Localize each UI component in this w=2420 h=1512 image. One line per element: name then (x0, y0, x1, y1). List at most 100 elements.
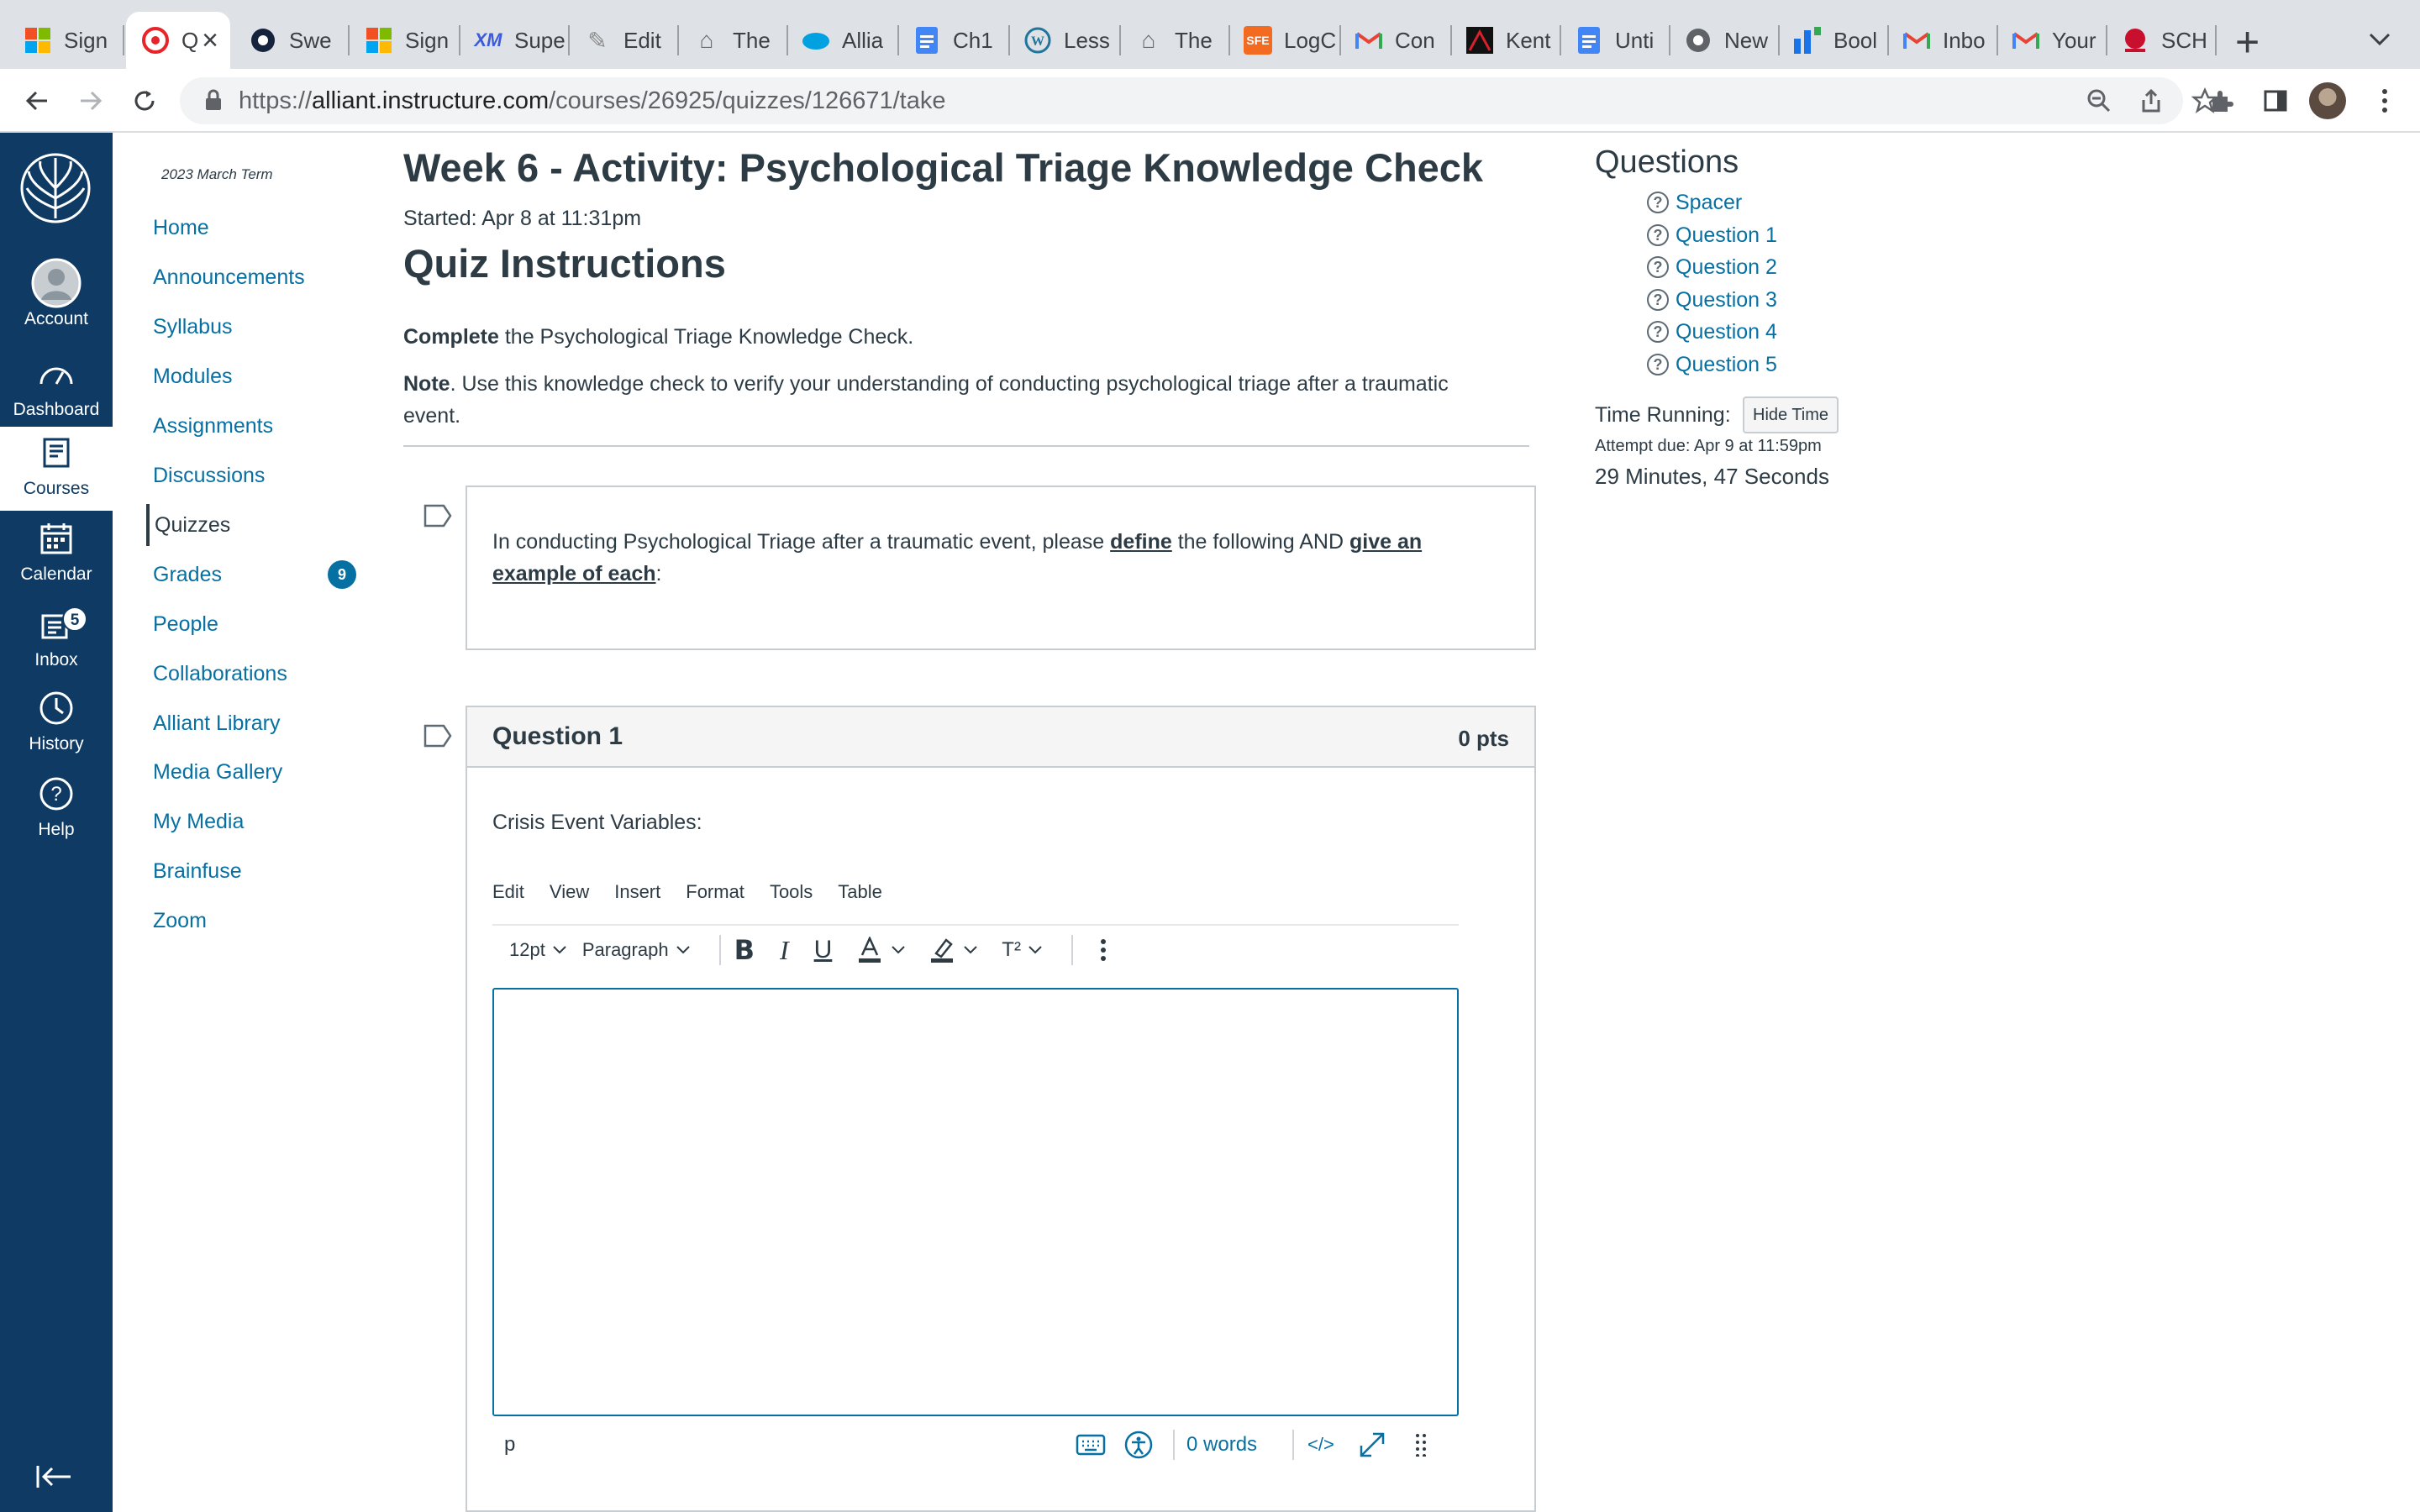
browser-tab[interactable]: SCH (2106, 12, 2215, 69)
question-link-5[interactable]: ? Question 5 (1647, 349, 1777, 381)
browser-tab[interactable]: New (1669, 12, 1778, 69)
browser-tab[interactable]: ✎ Edit (568, 12, 677, 69)
course-nav-quizzes[interactable]: Quizzes (146, 504, 230, 546)
extensions-icon[interactable] (2202, 81, 2242, 121)
editor-menu-edit[interactable]: Edit (492, 874, 524, 911)
question-link-3[interactable]: ? Question 3 (1647, 284, 1777, 316)
text-color-button[interactable] (857, 937, 906, 963)
question-link-1[interactable]: ? Question 1 (1647, 219, 1777, 251)
more-menu-icon[interactable] (2365, 81, 2405, 121)
close-tab-icon[interactable]: × (202, 24, 218, 57)
flag-question-icon[interactable] (424, 724, 452, 748)
gnav-calendar[interactable]: Calendar (0, 512, 113, 596)
course-nav-zoom[interactable]: Zoom (153, 900, 207, 942)
account-icon (31, 258, 82, 308)
browser-tab[interactable]: SFE LogC (1228, 12, 1338, 69)
url-host: alliant.instructure.com (312, 87, 550, 114)
answer-editor[interactable] (492, 988, 1459, 1416)
html-editor-toggle-icon[interactable]: </> (1307, 1434, 1334, 1456)
gnav-history[interactable]: History (0, 682, 113, 766)
browser-tab[interactable]: Inbo (1887, 12, 1996, 69)
course-nav-announcements[interactable]: Announcements (153, 256, 305, 298)
editor-menu-tools[interactable]: Tools (770, 874, 813, 911)
more-tools-icon[interactable] (1100, 938, 1107, 962)
browser-tab[interactable]: W Less (1008, 12, 1118, 69)
course-nav-discussions[interactable]: Discussions (153, 454, 265, 496)
browser-tab[interactable]: Your (1996, 12, 2106, 69)
alliant-logo-icon[interactable] (18, 151, 92, 225)
spacer-question-box: In conducting Psychological Triage after… (466, 486, 1536, 650)
course-nav-collaborations[interactable]: Collaborations (153, 653, 287, 695)
browser-tab-active[interactable]: Q × (126, 12, 230, 69)
editor-menu-table[interactable]: Table (838, 874, 882, 911)
font-size-dropdown[interactable]: 12pt (509, 939, 567, 961)
browser-tab[interactable]: Bool (1778, 12, 1887, 69)
forward-button[interactable] (71, 81, 111, 121)
reload-button[interactable] (124, 81, 165, 121)
hide-time-button[interactable]: Hide Time (1743, 396, 1839, 433)
browser-tab[interactable]: XM Supe (459, 12, 568, 69)
keyboard-shortcuts-icon[interactable] (1076, 1434, 1106, 1456)
course-nav-syllabus[interactable]: Syllabus (153, 306, 233, 348)
browser-tab[interactable]: ⌂ The (677, 12, 786, 69)
course-nav-grades[interactable]: Grades (153, 554, 222, 596)
share-icon[interactable] (2131, 81, 2171, 121)
course-nav-alliant-library[interactable]: Alliant Library (153, 702, 280, 744)
block-format-dropdown[interactable]: Paragraph (582, 939, 691, 961)
flag-question-icon[interactable] (424, 504, 452, 528)
question-mark-icon: ? (1647, 321, 1669, 343)
side-panel-icon[interactable] (2255, 81, 2296, 121)
course-nav-modules[interactable]: Modules (153, 355, 233, 397)
course-nav-home[interactable]: Home (153, 207, 209, 249)
browser-tab[interactable]: ⌂ The (1119, 12, 1228, 69)
accessibility-checker-icon[interactable] (1124, 1431, 1153, 1459)
gnav-account[interactable]: Account (0, 257, 113, 341)
bold-icon[interactable]: B (734, 934, 755, 966)
time-running-label: Time Running: (1595, 403, 1731, 427)
editor-menu-insert[interactable]: Insert (614, 874, 660, 911)
course-nav-brainfuse[interactable]: Brainfuse (153, 850, 242, 892)
browser-tab[interactable]: Sign (8, 12, 118, 69)
profile-avatar[interactable] (2309, 82, 2346, 119)
zoom-icon[interactable] (2079, 81, 2119, 121)
tab-separator (2215, 25, 2217, 55)
browser-tab[interactable]: Allia (786, 12, 896, 69)
course-nav-assignments[interactable]: Assignments (153, 405, 273, 447)
question-link-4[interactable]: ? Question 4 (1647, 316, 1777, 348)
gnav-dashboard[interactable]: Dashboard (0, 348, 113, 432)
gnav-courses[interactable]: Courses (0, 427, 113, 511)
course-nav-my-media[interactable]: My Media (153, 801, 244, 843)
superscript-button[interactable]: T² (1002, 938, 1043, 962)
sfe-icon: SFE (1244, 26, 1272, 55)
editor-menu-view[interactable]: View (550, 874, 589, 911)
course-nav-media-gallery[interactable]: Media Gallery (153, 751, 282, 793)
question-link-spacer[interactable]: ? Spacer (1647, 186, 1742, 218)
question-link-2[interactable]: ? Question 2 (1647, 251, 1777, 283)
gnav-inbox[interactable]: 5 Inbox (0, 598, 113, 682)
address-bar[interactable]: https://alliant.instructure.com/courses/… (180, 77, 2218, 124)
highlight-color-button[interactable] (929, 937, 978, 963)
new-tab-button[interactable]: + (2235, 18, 2260, 66)
editor-menu-format[interactable]: Format (686, 874, 744, 911)
collapse-nav-icon[interactable] (35, 1460, 72, 1498)
school-icon (2121, 26, 2149, 55)
url-scheme: https:// (239, 87, 313, 114)
course-nav-people[interactable]: People (153, 603, 218, 645)
calendar-icon (40, 523, 72, 554)
browser-tab[interactable]: Ch1 (897, 12, 1007, 69)
italic-icon[interactable]: I (780, 935, 789, 966)
browser-tab[interactable]: Sign (350, 12, 459, 69)
browser-tab[interactable]: Unti (1560, 12, 1669, 69)
element-path[interactable]: p (504, 1433, 515, 1457)
underline-icon[interactable]: U (814, 936, 833, 964)
fullscreen-icon[interactable] (1358, 1431, 1386, 1459)
word-count[interactable]: 0 words (1186, 1433, 1257, 1457)
browser-tab[interactable]: Swe (234, 12, 343, 69)
editor-menubar: Edit View Insert Format Tools Table (492, 874, 908, 911)
browser-tab[interactable]: Kent (1450, 12, 1560, 69)
back-button[interactable] (17, 81, 57, 121)
browser-tab[interactable]: Con (1339, 12, 1449, 69)
resize-handle-icon[interactable] (1415, 1433, 1427, 1457)
gnav-help[interactable]: ? Help (0, 768, 113, 852)
tab-search-chevron-icon[interactable] (2368, 25, 2391, 54)
